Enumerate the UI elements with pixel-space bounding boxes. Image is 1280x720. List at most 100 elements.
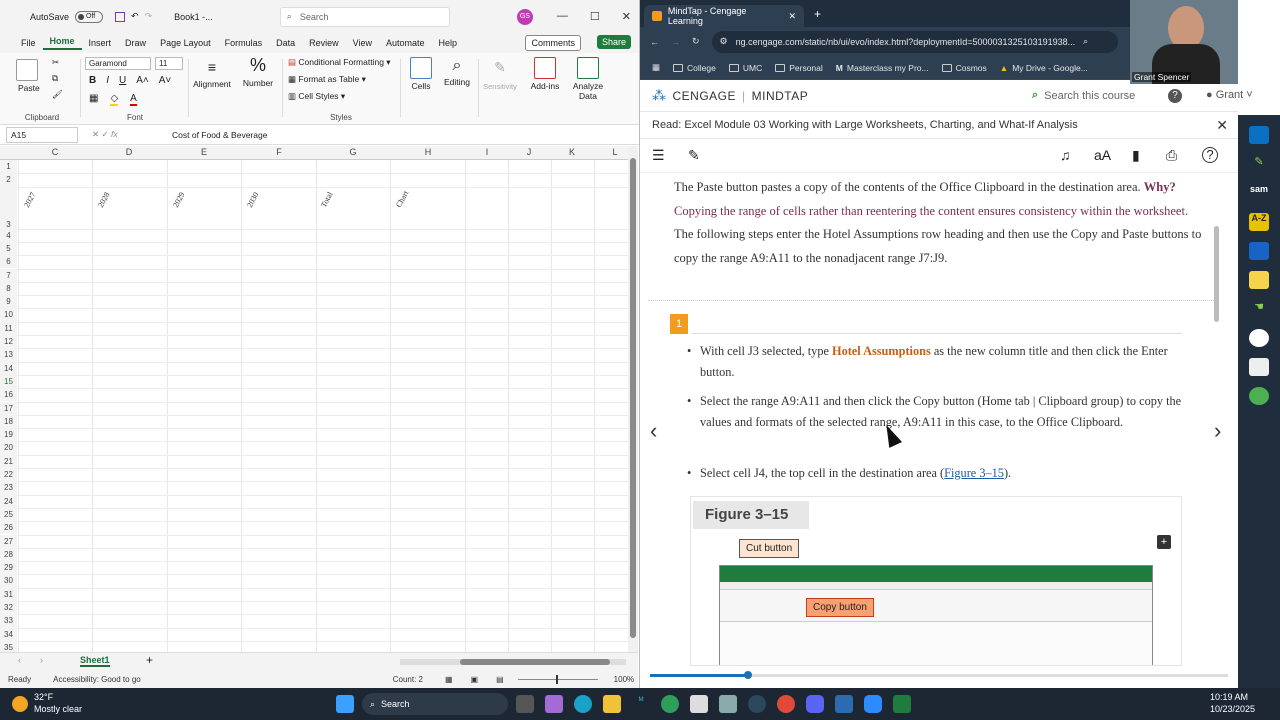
zoom-level[interactable]: 100% <box>614 675 634 684</box>
row-header[interactable]: 21 <box>0 454 17 468</box>
weather-icon[interactable] <box>12 696 28 712</box>
borders-icon[interactable]: ▦ <box>89 93 98 106</box>
address-bar[interactable]: ⚙ ng.cengage.com/static/nb/ui/evo/index.… <box>711 30 1118 53</box>
text-size-icon[interactable]: aA <box>1094 147 1111 163</box>
weather-temp[interactable]: 32°F <box>34 692 53 702</box>
reload-icon[interactable]: ↻ <box>692 36 700 47</box>
user-avatar[interactable]: GS <box>516 8 533 25</box>
font-size-select[interactable]: 11 <box>155 57 183 70</box>
row-header[interactable]: 34 <box>0 627 17 641</box>
format-as-table-button[interactable]: ▦ Format as Table ▾ <box>288 74 366 85</box>
dock-app-icon[interactable] <box>1249 126 1269 144</box>
decrease-font-icon[interactable]: A˅ <box>159 75 172 86</box>
dock-snow-icon[interactable] <box>1249 329 1269 347</box>
chrome-icon[interactable] <box>777 695 795 713</box>
clock-time[interactable]: 10:19 AM <box>1210 692 1248 702</box>
reading-progress-bar[interactable] <box>650 671 1228 679</box>
row-header[interactable]: 16 <box>0 388 17 402</box>
prev-page-icon[interactable]: ‹ <box>650 418 657 444</box>
increase-font-icon[interactable]: A˄ <box>136 75 149 86</box>
dock-som-icon[interactable]: sam <box>1249 184 1269 202</box>
row-header[interactable]: 27 <box>0 534 17 548</box>
edge-icon[interactable] <box>574 695 592 713</box>
row-header[interactable]: 30 <box>0 574 17 588</box>
col-header[interactable]: D <box>126 147 133 157</box>
fill-color-icon[interactable]: ◇ <box>110 93 119 106</box>
discord-icon[interactable] <box>806 695 824 713</box>
row-header[interactable]: 22 <box>0 468 17 482</box>
undo-icon[interactable]: ↶ <box>131 11 139 22</box>
row-header[interactable]: 31 <box>0 587 17 601</box>
clock-date[interactable]: 10/23/2025 <box>1210 704 1255 714</box>
font-color-icon[interactable]: A <box>130 93 137 106</box>
row-header[interactable]: 18 <box>0 414 17 429</box>
row-header[interactable]: 35 <box>0 640 17 652</box>
fx-icon[interactable]: ✕ ✓ fx <box>92 129 152 140</box>
vertical-scrollbar[interactable] <box>628 146 638 652</box>
row-header[interactable]: 33 <box>0 614 17 628</box>
reader-help-icon[interactable]: ? <box>1202 147 1218 163</box>
row-header[interactable]: 10 <box>0 308 17 322</box>
excel-taskbar-icon[interactable] <box>893 695 911 713</box>
col-header[interactable]: E <box>201 147 207 157</box>
figure-link[interactable]: Figure 3–15 <box>944 466 1004 480</box>
row-header[interactable]: 20 <box>0 441 17 455</box>
italic-icon[interactable]: I <box>106 75 109 86</box>
print-icon[interactable]: ⎙ <box>1166 147 1177 164</box>
row-header[interactable]: 25 <box>0 507 17 522</box>
task-view-icon[interactable] <box>516 695 534 713</box>
user-menu[interactable]: ● Grant ˅ <box>1206 89 1253 101</box>
analyze-data-button[interactable]: Analyze Data <box>568 53 608 125</box>
row-header[interactable]: 9 <box>0 295 17 309</box>
sheet-tab[interactable]: Sheet1 <box>80 655 110 667</box>
dock-az-icon[interactable]: A-Z <box>1249 213 1269 231</box>
tab-home[interactable]: Home <box>42 36 82 50</box>
app-green-icon[interactable] <box>661 695 679 713</box>
tab-help[interactable]: Help <box>432 38 465 48</box>
copilot-icon[interactable] <box>545 695 563 713</box>
font-name-select[interactable]: Garamond <box>85 57 151 70</box>
col-header[interactable]: L <box>612 147 617 157</box>
bookmark-my-drive[interactable]: ▲ My Drive - Google... <box>1000 63 1088 73</box>
close-reader-icon[interactable]: ✕ <box>1216 117 1228 134</box>
tab-file[interactable]: File <box>14 38 43 48</box>
dock-circle-icon[interactable] <box>1249 387 1269 405</box>
forward-icon[interactable]: → <box>671 37 680 47</box>
app-save-icon[interactable] <box>719 695 737 713</box>
row-header[interactable]: 29 <box>0 561 17 575</box>
course-search[interactable]: ⌕ Search this course <box>1032 89 1135 102</box>
cut-icon[interactable]: ✂ <box>52 57 59 68</box>
col-header[interactable]: C <box>52 147 59 157</box>
alignment-group[interactable]: ≡ Alignment <box>190 53 234 125</box>
new-tab-icon[interactable]: + <box>814 7 821 21</box>
expand-figure-icon[interactable]: + <box>1157 535 1171 549</box>
add-sheet-icon[interactable]: + <box>146 653 153 667</box>
bookmark-icon[interactable]: ▮ <box>1132 147 1140 164</box>
next-page-icon[interactable]: › <box>1214 418 1221 444</box>
row-header[interactable]: 26 <box>0 521 17 535</box>
weather-desc[interactable]: Mostly clear <box>34 704 82 714</box>
sheet-prev-icon[interactable]: ‹ <box>18 655 21 665</box>
zoom-app-icon[interactable] <box>864 695 882 713</box>
autosave-toggle[interactable]: Off <box>75 10 104 23</box>
row-header[interactable]: 4 <box>0 228 17 242</box>
tab-review[interactable]: Review <box>302 38 346 48</box>
cell-styles-button[interactable]: ▥ Cell Styles ▾ <box>288 91 345 102</box>
highlight-pen-icon[interactable]: ✎ <box>688 147 700 164</box>
row-header[interactable]: 8 <box>0 281 17 296</box>
cells-button[interactable]: Cells <box>404 53 438 125</box>
row-header[interactable]: 19 <box>0 428 17 442</box>
copy-icon[interactable]: ⧉ <box>52 73 58 84</box>
row-header[interactable]: 6 <box>0 255 17 269</box>
page-layout-view-icon[interactable]: ▣ <box>471 675 479 684</box>
bookmark-masterclass[interactable]: M Masterclass my Pro... <box>836 63 929 73</box>
row-header[interactable]: 15 <box>0 374 17 389</box>
mathtype-icon[interactable]: ᴹ <box>632 695 650 713</box>
tab-insert[interactable]: Insert <box>82 38 119 48</box>
sheet-next-icon[interactable]: › <box>40 655 43 665</box>
row-header[interactable]: 32 <box>0 601 17 615</box>
underline-icon[interactable]: U <box>119 75 126 86</box>
dock-pen-icon[interactable]: ✎ <box>1249 155 1269 173</box>
row-header[interactable]: 7 <box>0 268 17 282</box>
close-icon[interactable]: ✕ <box>622 10 631 23</box>
